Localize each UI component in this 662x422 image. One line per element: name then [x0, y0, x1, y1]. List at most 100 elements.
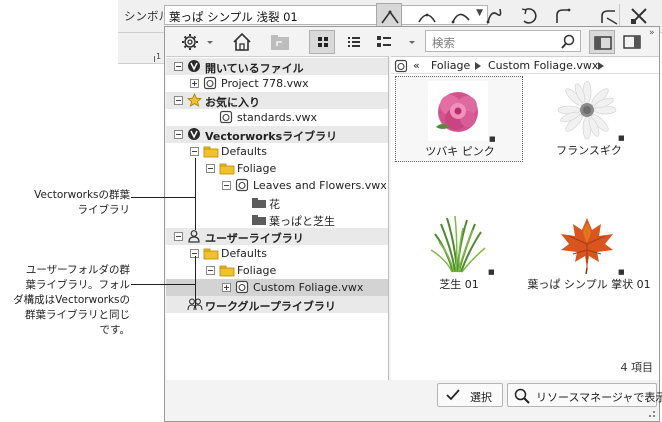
callout-bracket	[195, 158, 196, 230]
expand-icon[interactable]	[222, 283, 231, 292]
collapse-icon[interactable]	[174, 62, 183, 71]
tree-item-label: 開いているファイル	[205, 62, 304, 75]
show-in-resource-manager-button[interactable]: リソースマネージャで表示	[507, 383, 662, 407]
vectorworks-icon	[187, 127, 201, 144]
tree-item[interactable]: Foliage	[166, 160, 388, 177]
tree-section-header[interactable]: 開いているファイル	[166, 58, 388, 75]
collapse-icon[interactable]	[174, 130, 183, 139]
file-icon	[219, 110, 233, 127]
resource-tile-maple-leaf[interactable]: ■ 葉っぱ シンプル 掌状 01	[525, 210, 653, 296]
tree-item[interactable]: Project 778.vwx	[166, 75, 388, 92]
line-tool-icon	[381, 10, 399, 24]
search-placeholder: 検索	[432, 36, 455, 50]
vectorworks-icon	[187, 59, 201, 76]
collapse-icon[interactable]	[174, 96, 183, 105]
folder-icon	[203, 144, 219, 161]
resource-manager-button-label: リソースマネージャで表示	[536, 391, 662, 404]
arc-alt-tool-icon	[451, 13, 470, 24]
parent-folder-button[interactable]	[267, 30, 293, 54]
curve-tool-icon	[486, 8, 502, 24]
star-icon	[187, 93, 202, 110]
detail-view-button[interactable]	[371, 30, 397, 54]
thumbnail-view-button[interactable]	[309, 30, 335, 54]
pane-layout-right-button[interactable]	[619, 30, 645, 54]
home-button[interactable]	[229, 30, 255, 54]
expand-icon[interactable]	[190, 79, 199, 88]
search-icon	[561, 34, 575, 49]
tree-item[interactable]: 葉っぱと芝生	[166, 211, 388, 228]
gear-icon	[182, 34, 213, 50]
breadcrumb-item-file[interactable]: Custom Foliage.vwx	[488, 59, 598, 72]
tree-item-label: Project 778.vwx	[221, 77, 309, 90]
dark-folder-icon	[251, 195, 267, 212]
chevron-down-icon	[409, 41, 415, 44]
dark-folder-icon	[251, 212, 267, 229]
grass-thumbnail	[427, 214, 487, 274]
select-button-label: 選択	[470, 391, 492, 404]
detail-list-icon	[377, 36, 391, 47]
checkmark-icon	[446, 389, 460, 401]
overflow-chevron-icon[interactable]: »	[649, 28, 655, 38]
resize-grip-icon[interactable]	[648, 410, 656, 418]
tree-item-label: Foliage	[237, 162, 277, 175]
tree-section-header[interactable]: ユーザーライブラリ	[166, 228, 388, 245]
tree-section-header[interactable]: お気に入り	[166, 92, 388, 109]
tree-item[interactable]: Defaults	[166, 143, 388, 160]
collapse-icon[interactable]	[190, 147, 199, 156]
tree-item[interactable]: Defaults	[166, 245, 388, 262]
folder-icon	[203, 246, 219, 263]
resource-label: フランスギク	[556, 144, 622, 157]
search-icon	[514, 388, 530, 404]
pane-right-icon	[623, 35, 641, 49]
fillet-tool-icon	[601, 10, 618, 25]
maple-leaf-thumbnail	[557, 214, 617, 274]
chevron-right-icon	[598, 62, 604, 70]
tree-item[interactable]: 花	[166, 194, 388, 211]
tree-section-header[interactable]: ワークグループライブラリ	[166, 296, 388, 313]
file-icon	[203, 76, 217, 93]
home-icon	[233, 32, 251, 51]
resource-tile-camellia[interactable]: ■ ツバキ ピンク	[395, 76, 523, 162]
folder-icon	[219, 161, 235, 178]
ruler-tick-label: 1	[156, 52, 162, 61]
chevron-right-icon	[475, 62, 481, 70]
user-icon	[187, 229, 201, 246]
tree-item-label: Foliage	[237, 264, 277, 277]
callout-line	[131, 197, 195, 198]
tree-section-header[interactable]: Vectorworksライブラリ	[166, 126, 388, 143]
breadcrumb-item-foliage[interactable]: Foliage	[431, 59, 470, 72]
breadcrumb-back[interactable]: «	[413, 59, 420, 72]
pink-camellia-thumbnail	[428, 81, 488, 141]
collapse-icon[interactable]	[222, 181, 231, 190]
collapse-icon[interactable]	[174, 232, 183, 241]
list-view-button[interactable]	[341, 30, 367, 54]
resource-tile-grass[interactable]: ■ 芝生 01	[395, 210, 523, 296]
resource-grid: ■ ツバキ ピンク ■ フランスギク ■ 芝生 01 ■ 葉っぱ シンプル 掌状…	[391, 74, 659, 380]
pane-layout-left-button[interactable]	[589, 30, 615, 54]
tree-item[interactable]: standards.vwx	[166, 109, 388, 126]
tree-item-label: 葉っぱと芝生	[269, 215, 335, 228]
tree-item[interactable]: Leaves and Flowers.vwx	[166, 177, 388, 194]
resource-tile-daisy[interactable]: ■ フランスギク	[525, 76, 653, 162]
ruler-tick	[154, 56, 155, 62]
collapse-icon[interactable]	[206, 266, 215, 275]
callout-bracket	[195, 256, 196, 308]
breadcrumb: « Foliage Custom Foliage.vwx	[391, 56, 659, 74]
list-view-icon	[348, 37, 360, 47]
tree-item-label: standards.vwx	[237, 111, 318, 124]
tree-item[interactable]: Custom Foliage.vwx	[166, 279, 388, 296]
resource-label: ツバキ ピンク	[425, 145, 495, 158]
arc-tool-icon	[418, 13, 436, 23]
tree-item[interactable]: Foliage	[166, 262, 388, 279]
select-button[interactable]: 選択	[437, 383, 503, 407]
daisy-thumbnail	[557, 80, 617, 140]
view-options-dropdown[interactable]	[405, 30, 421, 54]
search-input[interactable]: 検索	[425, 30, 581, 52]
collapse-icon[interactable]	[206, 164, 215, 173]
settings-button[interactable]	[179, 30, 219, 54]
tree-item-label: Leaves and Flowers.vwx	[253, 179, 387, 192]
file-icon	[235, 280, 249, 297]
symbol-badge-icon: ■	[618, 134, 625, 142]
annotation-vectorworks-library: Vectorworksの群葉 ライブラリ	[34, 189, 130, 216]
symbol-dropdown-value: 葉っぱ シンプル 浅裂 01	[169, 10, 298, 24]
